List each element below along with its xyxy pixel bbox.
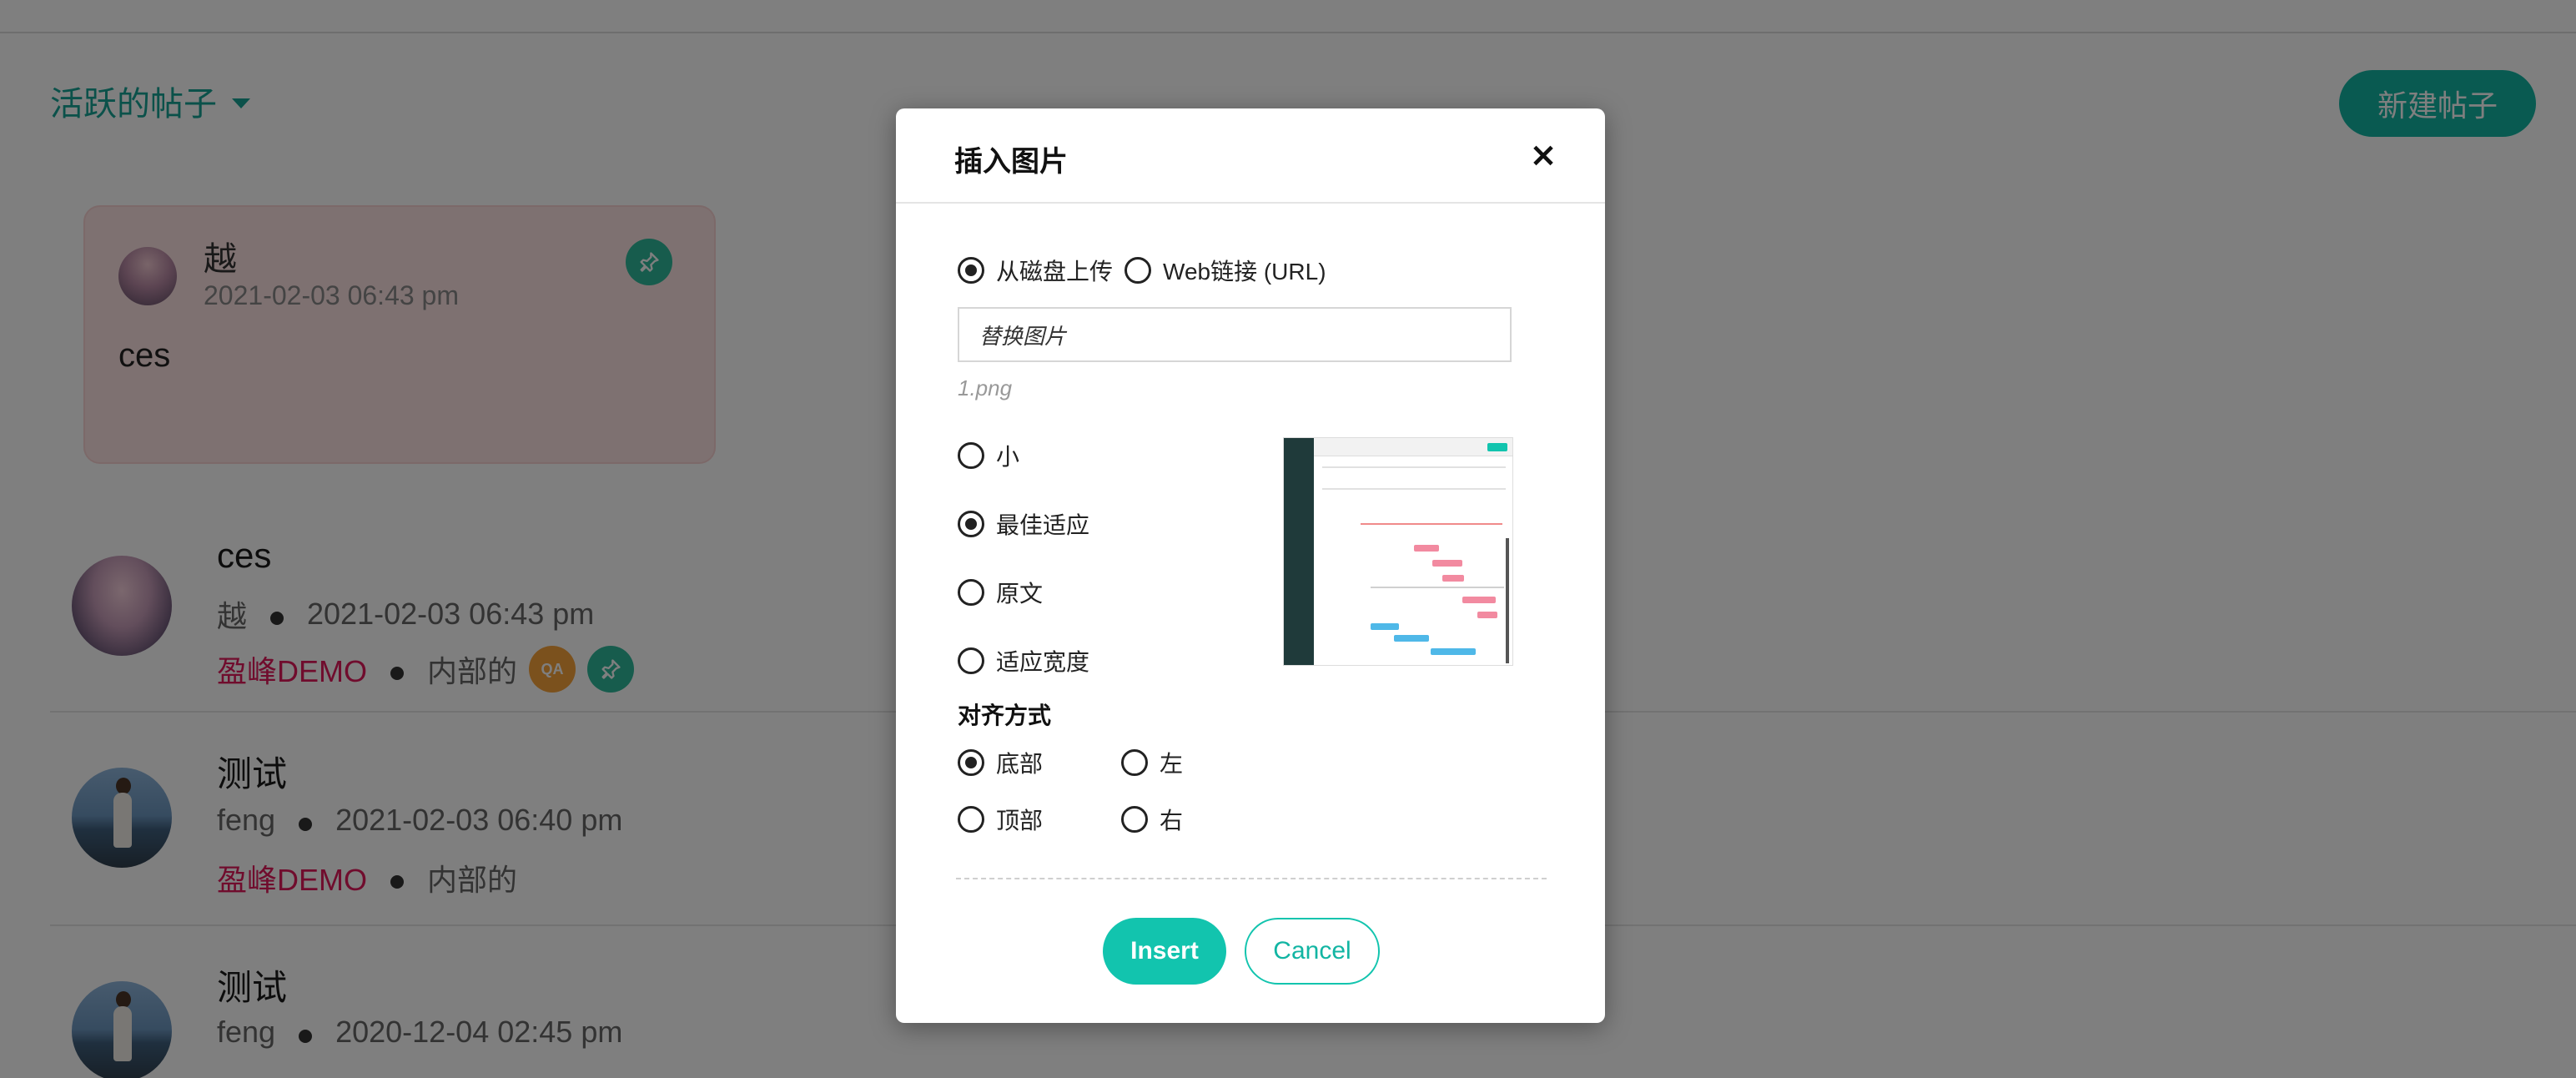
radio-label: 原文	[996, 581, 1044, 607]
radio-label: 适应宽度	[996, 649, 1090, 675]
size-best-fit-radio[interactable]: 最佳适应	[958, 507, 1089, 541]
align-right-radio[interactable]: 右	[1121, 803, 1246, 836]
upload-from-disk-radio[interactable]: 从磁盘上传	[958, 254, 1113, 287]
insert-image-dialog: 插入图片 × 从磁盘上传 Web链接 (URL) 替换图片 1.png 小 最佳…	[896, 108, 1605, 1023]
insert-button[interactable]: Insert	[1103, 918, 1226, 985]
radio-icon	[1121, 749, 1148, 776]
image-source-options: 从磁盘上传 Web链接 (URL)	[958, 254, 1326, 287]
radio-label: 小	[996, 444, 1020, 470]
image-size-options: 小 最佳适应 原文 适应宽度	[958, 439, 1089, 678]
radio-icon	[958, 511, 984, 537]
radio-label: 最佳适应	[996, 512, 1090, 538]
cancel-button[interactable]: Cancel	[1245, 918, 1380, 985]
alignment-label: 对齐方式	[958, 703, 1052, 728]
alignment-options: 底部 左 顶部 右	[958, 746, 1246, 836]
selected-file-name: 1.png	[958, 375, 1013, 400]
replace-image-file-button[interactable]: 替换图片	[958, 307, 1512, 362]
radio-label: 右	[1160, 808, 1184, 834]
align-left-radio[interactable]: 左	[1121, 746, 1246, 779]
radio-label: 从磁盘上传	[996, 259, 1114, 285]
radio-label: 底部	[996, 751, 1044, 777]
radio-icon	[958, 579, 984, 606]
radio-label: 顶部	[996, 808, 1044, 834]
divider	[956, 878, 1547, 879]
radio-icon	[1121, 806, 1148, 833]
radio-label: Web链接 (URL)	[1163, 259, 1326, 285]
size-original-radio[interactable]: 原文	[958, 576, 1089, 609]
radio-icon	[958, 257, 984, 284]
dialog-title: 插入图片	[954, 146, 1068, 178]
close-icon[interactable]: ×	[1520, 132, 1567, 179]
radio-icon	[958, 749, 984, 776]
radio-icon	[958, 647, 984, 674]
web-url-radio[interactable]: Web链接 (URL)	[1124, 254, 1326, 287]
radio-icon	[958, 442, 984, 469]
radio-label: 左	[1160, 751, 1184, 777]
size-small-radio[interactable]: 小	[958, 439, 1089, 472]
radio-icon	[958, 806, 984, 833]
size-fit-width-radio[interactable]: 适应宽度	[958, 644, 1089, 678]
dialog-header: 插入图片 ×	[896, 108, 1605, 204]
align-bottom-radio[interactable]: 底部	[958, 746, 1121, 779]
radio-icon	[1124, 257, 1152, 284]
align-top-radio[interactable]: 顶部	[958, 803, 1121, 836]
image-preview	[1283, 437, 1513, 666]
